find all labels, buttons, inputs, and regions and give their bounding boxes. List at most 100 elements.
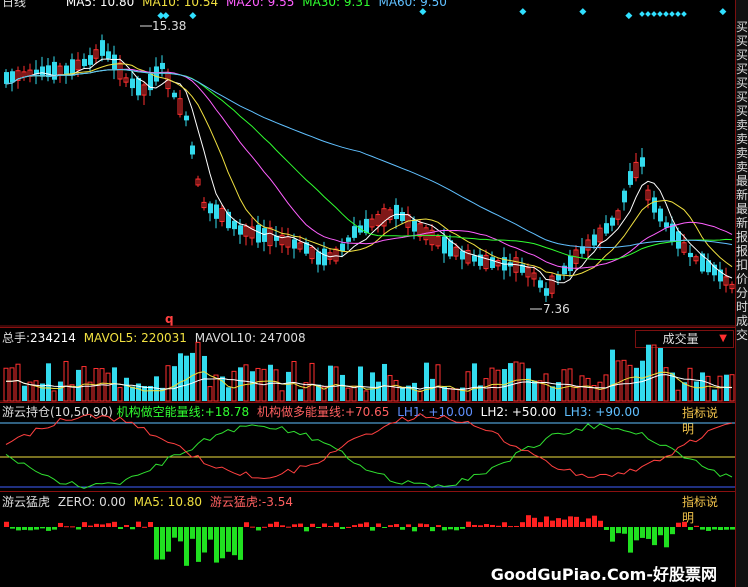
volume-bar (172, 366, 177, 401)
tiger-bar (316, 527, 321, 528)
volume-bar (597, 381, 603, 402)
tiger-bar (304, 527, 309, 532)
candle-body (322, 248, 327, 266)
ma5-line (5, 58, 733, 284)
volume-bar (513, 361, 519, 402)
candle-body (256, 224, 261, 243)
volume-bar (303, 382, 309, 402)
tiger-bar (550, 520, 555, 527)
volume-bar (417, 390, 423, 402)
tiger-bar (376, 523, 381, 527)
candle-body (82, 58, 87, 67)
tiger-bar (496, 525, 501, 527)
candle-body (394, 204, 399, 220)
volume-bar (393, 379, 399, 402)
tiger-bar (124, 525, 129, 527)
tiger-bar (220, 527, 225, 559)
volume-bar (309, 362, 315, 402)
volume-bar (231, 370, 237, 402)
candle-body (4, 72, 9, 84)
tiger-bar (382, 527, 387, 528)
volume-bar (447, 388, 453, 402)
volume-bar (543, 373, 549, 402)
tiger-bar (418, 523, 423, 527)
tiger-bar (706, 527, 711, 531)
tiger-bar (190, 527, 195, 539)
volume-bar (717, 375, 723, 402)
tiger-bar (130, 527, 135, 530)
tiger-bar (232, 527, 237, 556)
candle-body (640, 157, 645, 167)
volume-bar (453, 388, 459, 402)
candle-body (538, 280, 543, 288)
volume-bar (358, 366, 363, 401)
signal-diamond (675, 11, 681, 17)
volume-bar (51, 390, 57, 402)
volume-bar (483, 378, 489, 402)
volume-bar (273, 369, 279, 402)
signal-diamond (719, 8, 727, 16)
volume-bar (615, 360, 621, 402)
tiger-bar (280, 525, 285, 527)
candle-body (64, 65, 69, 75)
signal-diamond (669, 11, 675, 17)
candle-body (130, 78, 135, 89)
tiger-bar (28, 527, 33, 531)
tiger-bar (592, 515, 597, 527)
tiger-bar (178, 527, 183, 542)
tiger-bar (310, 523, 315, 527)
tiger-bar (472, 524, 477, 527)
volume-bar (333, 366, 339, 402)
candle-body (412, 219, 417, 232)
tiger-bar (628, 527, 633, 553)
candle-body (346, 237, 351, 242)
tiger-bar (10, 527, 15, 529)
signal-diamond (189, 12, 197, 20)
tiger-bar (208, 527, 213, 540)
candle-body (52, 61, 57, 80)
candlestick-chart[interactable] (0, 0, 735, 327)
volume-bar (195, 341, 201, 402)
volume-bar (465, 371, 471, 402)
tiger-bar (214, 527, 219, 563)
volume-bar (3, 367, 9, 402)
signal-diamond (625, 12, 633, 20)
tiger-bar (22, 527, 27, 530)
volume-bar (646, 344, 651, 401)
volume-bar (556, 382, 561, 401)
tiger-bar (64, 526, 69, 528)
signal-diamond (579, 8, 587, 16)
candle-body (658, 208, 663, 222)
tiger-bar (598, 520, 603, 527)
volume-bar (298, 389, 303, 401)
volume-bar (579, 375, 585, 402)
tiger-bar (562, 519, 567, 527)
tiger-bar (100, 524, 105, 527)
tiger-bar (718, 527, 723, 531)
volume-bar (238, 367, 243, 401)
volume-bar (370, 372, 375, 401)
volume-chart[interactable] (0, 328, 735, 402)
volume-panel[interactable]: 总手:234214 MAVOL5: 220031 MAVOL10: 247008… (0, 328, 735, 402)
position-indicator-panel[interactable]: 游云持仓(10,50,90) 机构做空能量线:+18.78 机构做多能量线:+7… (0, 403, 735, 491)
tiger-bar (466, 521, 471, 527)
tiger-bar (478, 525, 483, 527)
tiger-bar (46, 527, 51, 531)
candle-body (628, 171, 633, 185)
tiger-bar (268, 523, 273, 527)
candlestick-panel[interactable]: 日线 MA5: 10.80 MA10: 10.54 MA20: 9.55 MA3… (0, 0, 735, 327)
indicator1-chart[interactable] (0, 403, 735, 491)
tiger-indicator-panel[interactable]: 游云猛虎 ZERO: 0.00 MA5: 10.80 游云猛虎:-3.54 指标… (0, 492, 735, 587)
volume-bar (87, 381, 93, 402)
signal-diamond (639, 11, 645, 17)
volume-bar (22, 385, 27, 401)
tiger-bar (430, 527, 435, 532)
volume-bar (400, 387, 405, 401)
side-info-strip[interactable]: 买买买买买买买卖卖卖卖最新最新报报扣价分时成交 (735, 0, 748, 587)
candle-body (688, 252, 693, 258)
candle-body (610, 217, 615, 226)
tiger-bar (424, 524, 429, 527)
tiger-bar (574, 516, 579, 527)
volume-bar (573, 386, 579, 402)
tiger-bar (256, 527, 261, 531)
